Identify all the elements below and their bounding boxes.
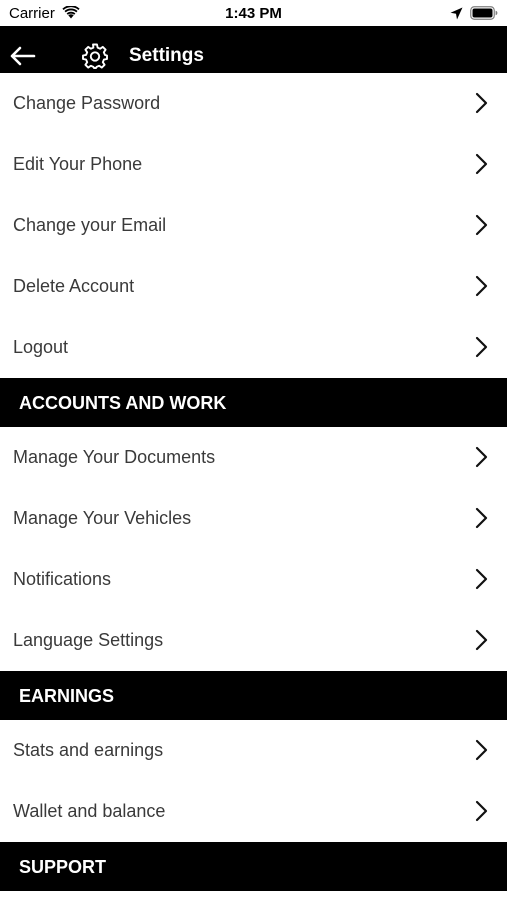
settings-item-language-settings[interactable]: Language Settings	[0, 610, 507, 671]
settings-item-logout[interactable]: Logout	[0, 317, 507, 378]
settings-item-label: Stats and earnings	[13, 740, 164, 760]
settings-item-change-email[interactable]: Change your Email	[0, 195, 507, 256]
settings-item-change-password[interactable]: Change Password	[0, 73, 507, 134]
chevron-right-icon	[475, 507, 488, 529]
settings-item-label: Manage Your Documents	[13, 447, 216, 467]
settings-item-manage-documents[interactable]: Manage Your Documents	[0, 427, 507, 488]
settings-item-label: Language Settings	[13, 630, 164, 650]
settings-item-label: Logout	[13, 337, 69, 357]
settings-item-manage-vehicles[interactable]: Manage Your Vehicles	[0, 488, 507, 549]
status-bar: Carrier 1:43 PM	[0, 0, 507, 26]
settings-list: Change Password Edit Your Phone Change y…	[0, 73, 507, 891]
section-title: ACCOUNTS AND WORK	[19, 393, 227, 413]
status-time: 1:43 PM	[225, 5, 282, 22]
section-header-support: SUPPORT	[0, 842, 507, 891]
settings-item-label: Change Password	[13, 93, 161, 113]
chevron-right-icon	[475, 739, 488, 761]
settings-item-delete-account[interactable]: Delete Account	[0, 256, 507, 317]
chevron-right-icon	[475, 446, 488, 468]
chevron-right-icon	[475, 92, 488, 114]
section-title: SUPPORT	[19, 857, 107, 877]
section-header-earnings: EARNINGS	[0, 671, 507, 720]
chevron-right-icon	[475, 336, 488, 358]
section-title: EARNINGS	[19, 686, 115, 706]
section-header-accounts-and-work: ACCOUNTS AND WORK	[0, 378, 507, 427]
chevron-right-icon	[475, 153, 488, 175]
chevron-right-icon	[475, 629, 488, 651]
battery-icon	[470, 6, 498, 20]
chevron-right-icon	[475, 275, 488, 297]
settings-item-notifications[interactable]: Notifications	[0, 549, 507, 610]
settings-item-wallet-and-balance[interactable]: Wallet and balance	[0, 781, 507, 842]
settings-item-edit-phone[interactable]: Edit Your Phone	[0, 134, 507, 195]
page-title: Settings	[129, 45, 204, 66]
back-arrow-icon[interactable]	[8, 41, 38, 71]
location-arrow-icon	[450, 7, 463, 20]
settings-item-label: Notifications	[13, 569, 112, 589]
settings-item-stats-and-earnings[interactable]: Stats and earnings	[0, 720, 507, 781]
settings-item-label: Change your Email	[13, 215, 167, 235]
gear-icon	[82, 43, 108, 69]
settings-item-label: Wallet and balance	[13, 801, 166, 821]
settings-item-label: Manage Your Vehicles	[13, 508, 192, 528]
chevron-right-icon	[475, 800, 488, 822]
settings-item-label: Delete Account	[13, 276, 135, 296]
chevron-right-icon	[475, 214, 488, 236]
settings-item-label: Edit Your Phone	[13, 154, 143, 174]
chevron-right-icon	[475, 568, 488, 590]
